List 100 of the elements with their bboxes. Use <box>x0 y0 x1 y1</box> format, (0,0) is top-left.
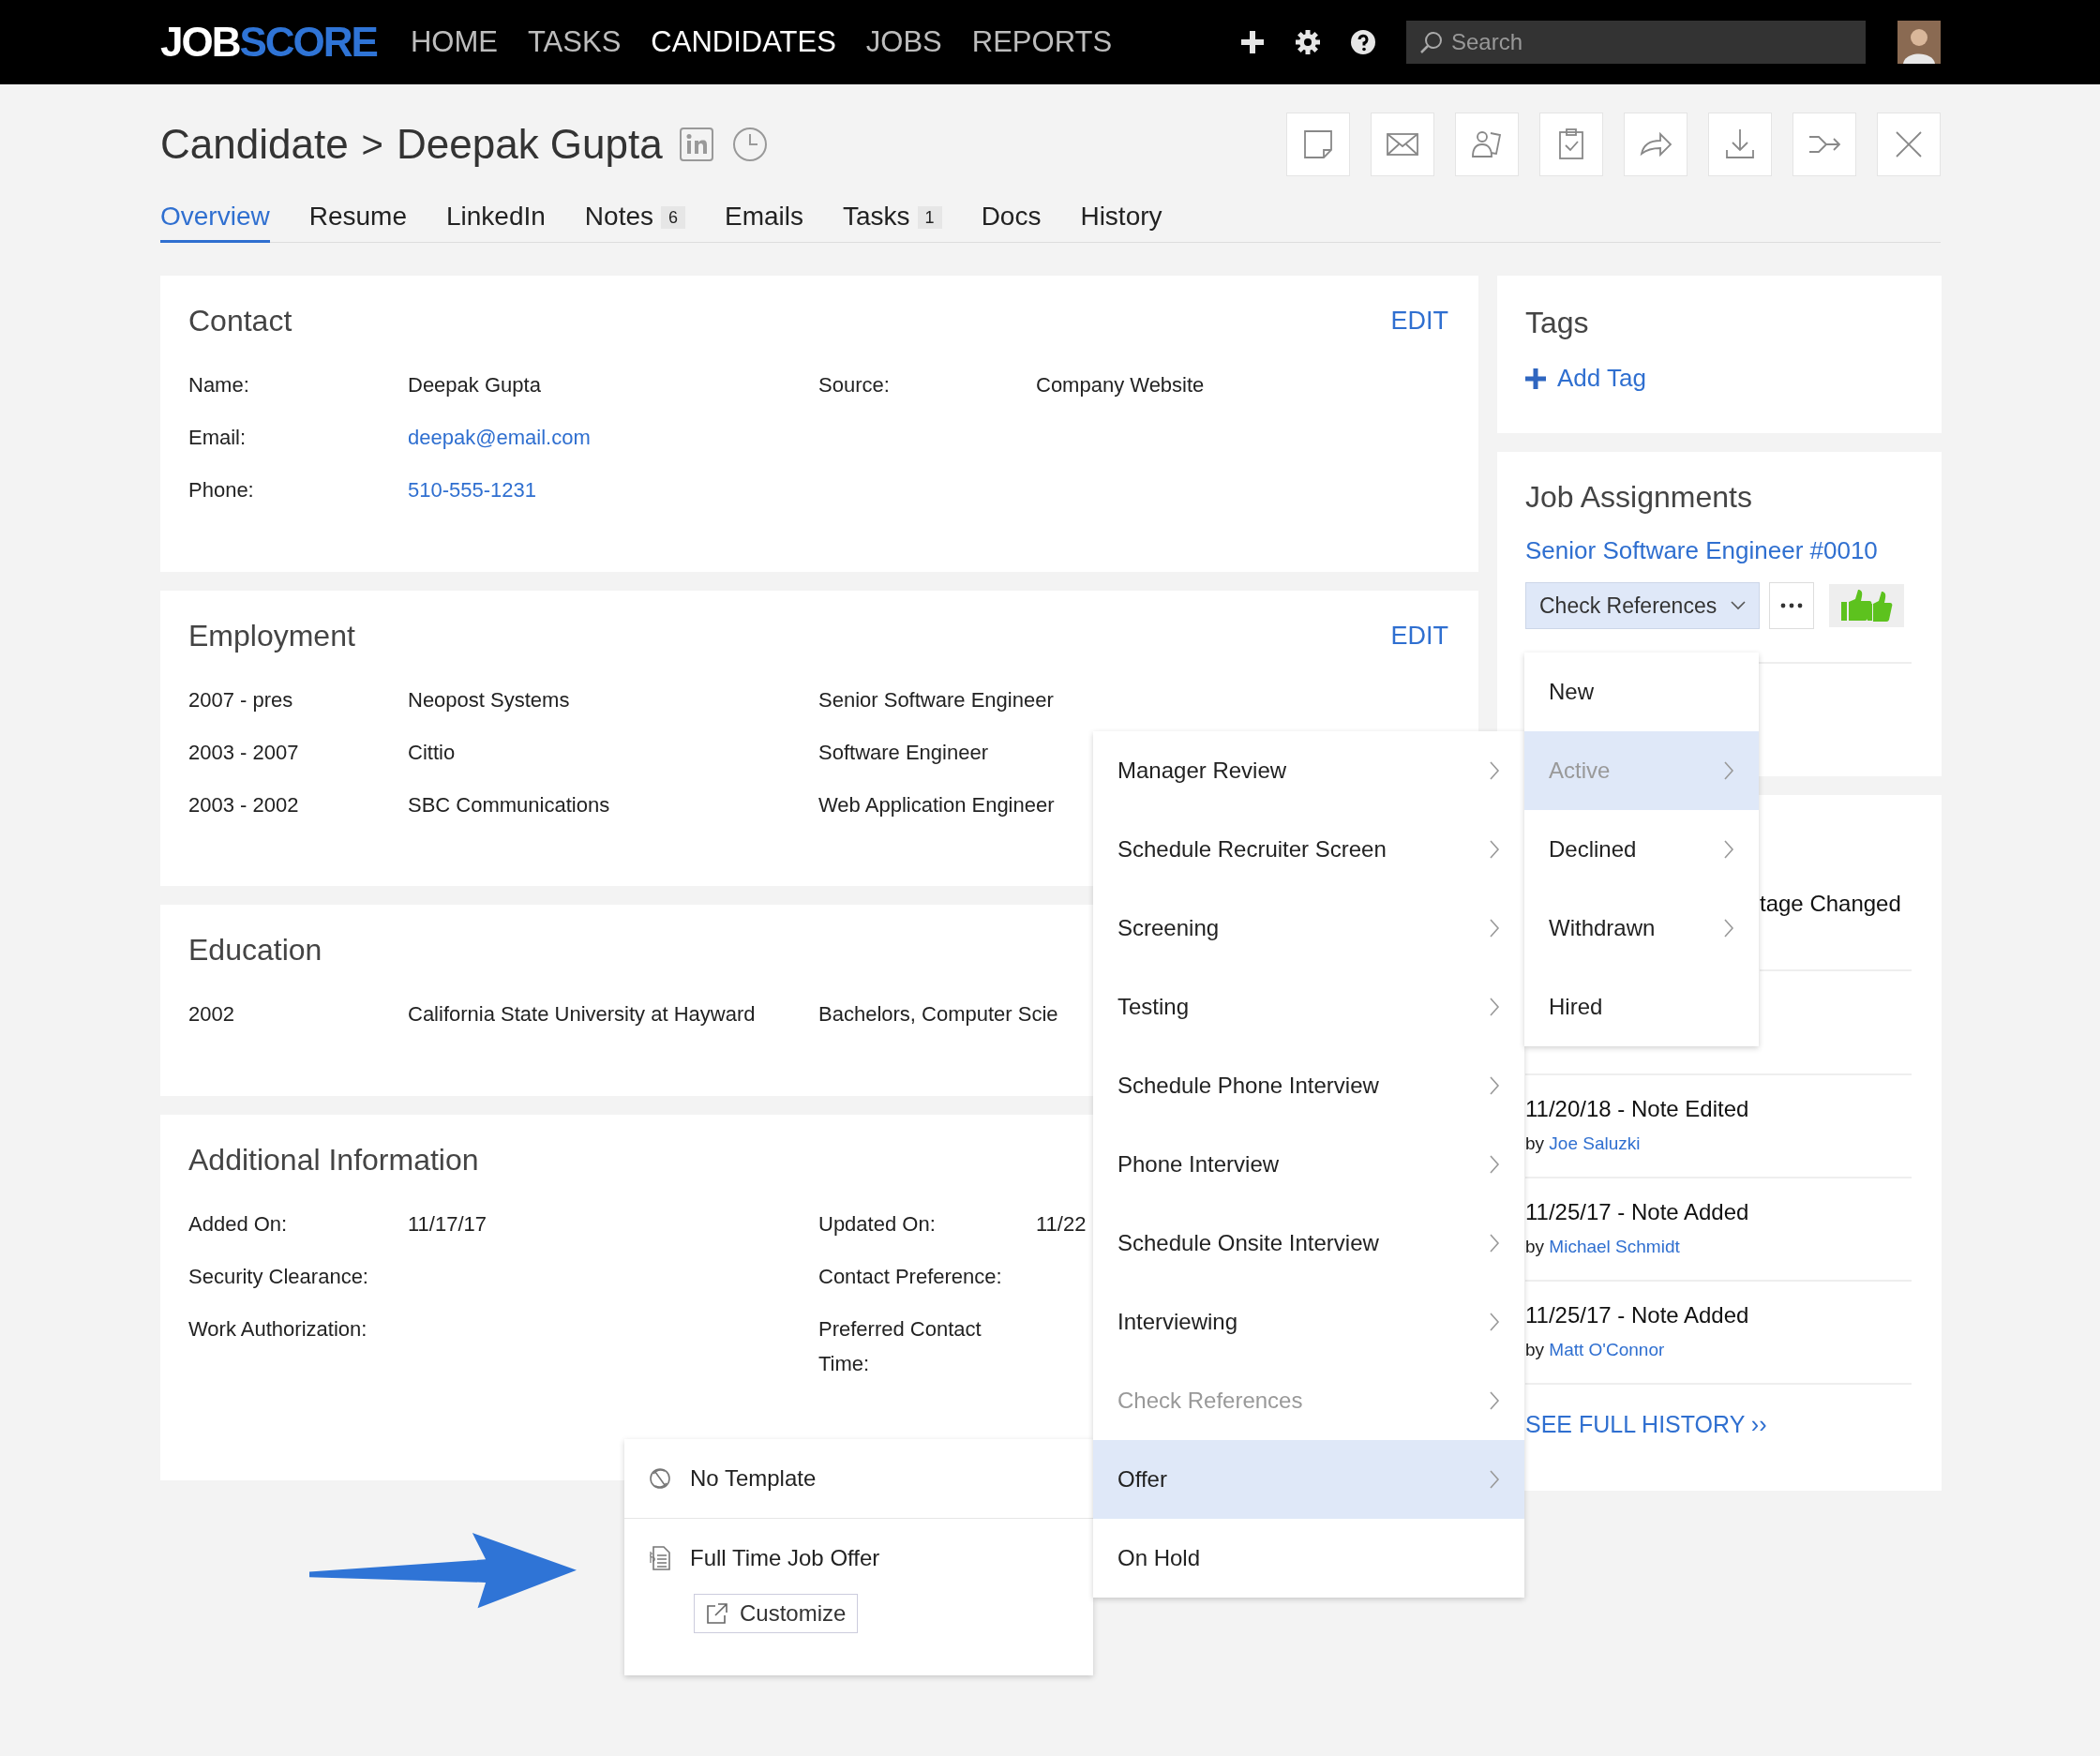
more-button[interactable] <box>1769 582 1814 629</box>
rating-button[interactable] <box>1829 584 1904 627</box>
field-label: Preferred Contact Time: <box>818 1315 982 1377</box>
clock-icon[interactable] <box>731 127 768 162</box>
toolbar-button[interactable] <box>1792 113 1856 176</box>
chevron-icon <box>1489 1075 1500 1096</box>
count-badge: 6 <box>661 206 685 229</box>
table-cell-text: Cittio <box>408 739 456 766</box>
field-label: Updated On: <box>818 1210 936 1238</box>
tab[interactable]: Notes 6 <box>584 201 685 240</box>
help-icon[interactable] <box>1350 29 1376 55</box>
plus-icon[interactable] <box>1239 29 1266 55</box>
menu-item[interactable]: Offer <box>1093 1440 1524 1519</box>
see-full-history-link[interactable]: SEE FULL HISTORY ›› <box>1525 1411 1912 1438</box>
toolbar-button[interactable] <box>1539 113 1603 176</box>
history-entry-title: 11/25/17 - Note Added <box>1525 1198 1750 1226</box>
menu-item[interactable]: Withdrawn <box>1524 889 1759 968</box>
chevron-icon <box>1489 1154 1500 1175</box>
toolbar-button[interactable] <box>1624 113 1688 176</box>
breadcrumb-link[interactable]: Candidate <box>160 121 349 168</box>
menu-item[interactable]: Phone Interview <box>1093 1125 1524 1204</box>
chevron-icon <box>1489 1390 1500 1411</box>
toolbar-button[interactable] <box>1708 113 1772 176</box>
document-icon <box>649 1546 671 1570</box>
value-link[interactable]: deepak@email.com <box>408 411 591 463</box>
menu-item[interactable]: Declined <box>1524 810 1759 889</box>
edit-link[interactable]: EDIT <box>1390 621 1448 651</box>
tab[interactable]: History <box>1080 201 1162 240</box>
menu-item[interactable]: Screening <box>1093 889 1524 968</box>
stage-dropdown[interactable]: Check References <box>1525 582 1760 629</box>
value-link[interactable]: 510-555-1231 <box>408 463 536 516</box>
field-label: Work Authorization: <box>188 1315 368 1343</box>
section-title: Additional Information <box>188 1142 479 1178</box>
add-tag-link[interactable]: Add Tag <box>1525 364 1912 393</box>
count-badge: 1 <box>917 206 942 229</box>
field-value: 11/22 <box>1036 1210 1087 1238</box>
toolbar-button[interactable] <box>1371 113 1434 176</box>
section-title: Employment <box>188 618 355 654</box>
table-cell-text: 2002 <box>188 1000 234 1028</box>
table-cell-text: 2007 - pres <box>188 686 293 713</box>
nav-link[interactable]: JOBS <box>865 25 942 59</box>
more-icon <box>1780 603 1803 608</box>
logo[interactable]: JOBSCORE <box>160 19 377 66</box>
menu-item[interactable]: Schedule Recruiter Screen <box>1093 810 1524 889</box>
search-field[interactable]: Search <box>1406 21 1866 64</box>
menu-item[interactable]: No Template <box>624 1439 1093 1518</box>
tab[interactable]: Docs <box>981 201 1042 240</box>
external-link-icon <box>706 1602 728 1625</box>
menu-item[interactable]: Testing <box>1093 968 1524 1046</box>
table-cell-text: California State University at Hayward <box>408 1000 756 1028</box>
tab[interactable]: Emails <box>725 201 804 240</box>
menu-item[interactable]: On Hold <box>1093 1519 1524 1598</box>
field-label: Name: <box>188 371 249 398</box>
nav-link[interactable]: TASKS <box>527 25 622 59</box>
toolbar-button[interactable] <box>1455 113 1519 176</box>
chevron-icon <box>1489 1469 1500 1490</box>
chevron-icon <box>1489 1233 1500 1253</box>
menu-item[interactable]: New <box>1524 653 1759 731</box>
chevron-icon <box>1489 1312 1500 1332</box>
table-cell-text: Bachelors, Computer Scie <box>818 1000 1058 1028</box>
author-link[interactable]: Michael Schmidt <box>1549 1237 1680 1256</box>
tab[interactable]: Resume <box>308 201 407 240</box>
section-title: Education <box>188 932 322 968</box>
history-entry-title: tage Changed <box>1760 890 1902 918</box>
field-value: Company Website <box>1036 371 1205 398</box>
menu-item[interactable]: Hired <box>1524 968 1759 1046</box>
chevron-icon <box>1489 918 1500 938</box>
nav-link[interactable]: CANDIDATES <box>651 25 836 59</box>
table-cell-text: Senior Software Engineer <box>818 686 1054 713</box>
menu-item[interactable]: Manager Review <box>1093 731 1524 810</box>
table-cell-text: Software Engineer <box>818 739 988 766</box>
edit-link[interactable]: EDIT <box>1390 306 1448 336</box>
tab[interactable]: Tasks 1 <box>843 201 942 240</box>
no-template-icon <box>649 1467 671 1490</box>
nav-link[interactable]: HOME <box>410 25 498 59</box>
toolbar-button[interactable] <box>1877 113 1941 176</box>
history-author-line: by Michael Schmidt <box>1525 1236 1681 1258</box>
history-entry-title: 11/25/17 - Note Added <box>1525 1301 1750 1329</box>
candidate-name: Deepak Gupta <box>396 121 663 168</box>
avatar[interactable] <box>1898 21 1941 64</box>
tab[interactable]: Overview <box>160 201 270 243</box>
menu-item[interactable]: Schedule Onsite Interview <box>1093 1204 1524 1283</box>
field-label: Added On: <box>188 1210 288 1238</box>
customize-button[interactable]: Customize <box>694 1594 859 1633</box>
author-link[interactable]: Matt O'Connor <box>1549 1340 1665 1359</box>
chevron-icon <box>1489 839 1500 860</box>
toolbar-button[interactable] <box>1286 113 1350 176</box>
settings-icon[interactable] <box>1294 28 1322 56</box>
tab[interactable]: LinkedIn <box>445 201 546 240</box>
author-link[interactable]: Joe Saluzki <box>1549 1133 1641 1153</box>
field-value: 11/17/17 <box>408 1210 487 1238</box>
menu-item[interactable]: Schedule Phone Interview <box>1093 1046 1524 1125</box>
search-icon <box>1419 30 1444 54</box>
job-link[interactable]: Senior Software Engineer #0010 <box>1525 536 1912 565</box>
caret-icon <box>1731 601 1746 610</box>
breadcrumb-separator: > <box>361 123 383 166</box>
linkedin-icon[interactable] <box>679 128 713 161</box>
menu-item[interactable]: Interviewing <box>1093 1283 1524 1361</box>
field-label: Contact Preference: <box>818 1263 1002 1290</box>
nav-link[interactable]: REPORTS <box>971 25 1113 59</box>
